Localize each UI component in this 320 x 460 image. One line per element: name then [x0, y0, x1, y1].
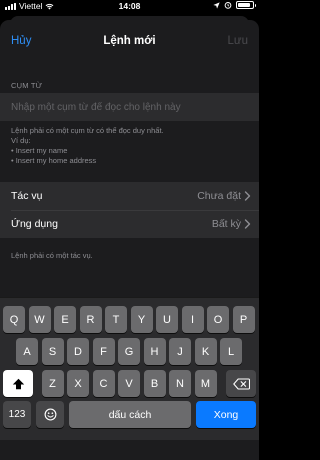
key-g[interactable]: G [118, 338, 140, 365]
key-f[interactable]: F [92, 338, 115, 365]
key-a[interactable]: A [16, 338, 38, 365]
delete-key[interactable] [226, 370, 256, 397]
row-label: Tác vụ [11, 190, 43, 202]
emoji-icon [44, 408, 56, 421]
settings-list: Tác vụ Chưa đặt Ứng dụng Bất kỳ [0, 182, 259, 238]
key-z[interactable]: Z [41, 370, 64, 397]
phrase-section-header: CỤM TỪ [11, 81, 43, 90]
key-v[interactable]: V [118, 370, 140, 397]
footnote-line: • Insert my home address [11, 156, 97, 165]
page-title: Lệnh mới [103, 35, 156, 47]
key-l[interactable]: L [220, 338, 242, 365]
shift-key[interactable] [3, 370, 33, 397]
key-b[interactable]: B [143, 370, 166, 397]
phrase-footnote: Lệnh phải có một cụm từ có thể đọc duy n… [11, 126, 164, 166]
footnote-line: • Insert my name [11, 146, 68, 155]
key-w[interactable]: W [28, 306, 51, 333]
done-key[interactable]: Xong [196, 401, 256, 428]
key-p[interactable]: P [232, 306, 255, 333]
key-o[interactable]: O [207, 306, 229, 333]
key-d[interactable]: D [67, 338, 89, 365]
key-t[interactable]: T [105, 306, 127, 333]
numbers-key[interactable]: 123 [3, 401, 31, 428]
delete-icon [232, 377, 250, 390]
row-label: Ứng dụng [11, 218, 58, 230]
phrase-field[interactable] [0, 93, 259, 121]
row-value: Bất kỳ [211, 218, 241, 230]
chevron-right-icon [244, 219, 251, 229]
key-q[interactable]: Q [3, 306, 25, 333]
location-icon [213, 1, 220, 9]
status-bar: Viettel 14:08 [0, 0, 259, 14]
key-u[interactable]: U [156, 306, 178, 333]
nav-bar: Hủy Lệnh mới Lưu [0, 20, 259, 64]
row-application[interactable]: Ứng dụng Bất kỳ [0, 210, 259, 238]
key-r[interactable]: R [79, 306, 102, 333]
emoji-key[interactable] [36, 401, 64, 428]
footnote-line: Ví dụ: [11, 136, 31, 145]
chevron-right-icon [244, 191, 251, 201]
key-e[interactable]: E [54, 306, 76, 333]
key-c[interactable]: C [92, 370, 115, 397]
key-k[interactable]: K [194, 338, 217, 365]
shift-icon [12, 378, 24, 389]
phrase-input[interactable] [11, 93, 251, 121]
key-h[interactable]: H [143, 338, 166, 365]
key-i[interactable]: I [181, 306, 204, 333]
footnote-line: Lệnh phải có một cụm từ có thể đọc duy n… [11, 126, 164, 135]
action-footnote: Lệnh phải có một tác vụ. [11, 251, 93, 260]
key-j[interactable]: J [169, 338, 191, 365]
space-key[interactable]: dấu cách [69, 401, 191, 428]
alarm-icon [224, 2, 232, 9]
battery-icon [236, 1, 256, 9]
key-n[interactable]: N [169, 370, 191, 397]
key-m[interactable]: M [194, 370, 217, 397]
row-action[interactable]: Tác vụ Chưa đặt [0, 182, 259, 210]
key-y[interactable]: Y [130, 306, 153, 333]
row-value: Chưa đặt [197, 190, 241, 202]
key-x[interactable]: X [67, 370, 89, 397]
save-button[interactable]: Lưu [228, 35, 249, 47]
key-s[interactable]: S [41, 338, 64, 365]
status-right [213, 1, 256, 9]
